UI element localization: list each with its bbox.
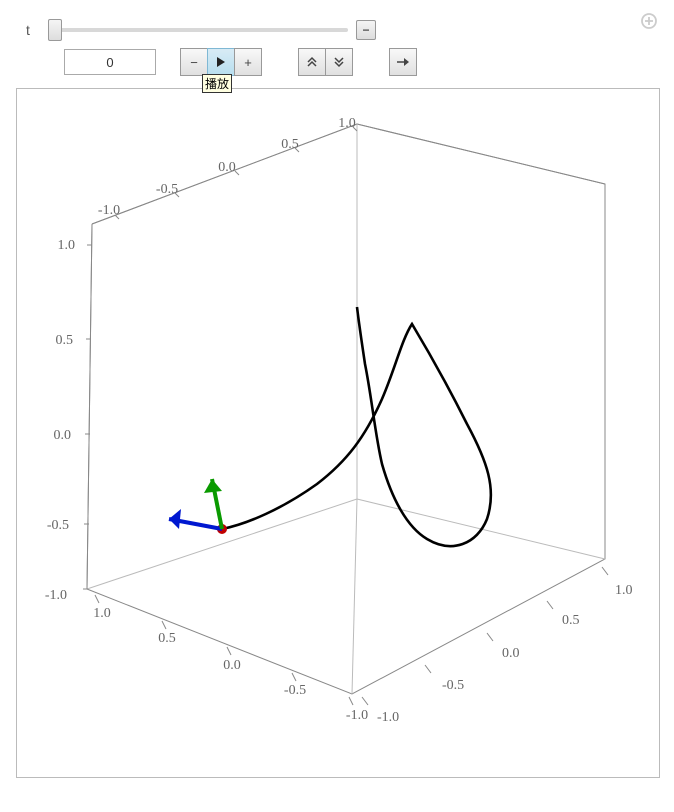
z-tick-0: -1.0 bbox=[45, 588, 67, 603]
slower-button[interactable] bbox=[325, 48, 353, 76]
normal-arrow bbox=[169, 509, 222, 529]
xR-tick-3: 0.5 bbox=[562, 613, 580, 628]
y-axis-ticks: -1.0 -0.5 0.0 0.5 1.0 bbox=[98, 116, 357, 219]
direction-button-group bbox=[389, 48, 417, 76]
z-tick-3: 0.5 bbox=[56, 333, 74, 348]
tangent-arrow bbox=[204, 479, 222, 529]
y-tick-1: -0.5 bbox=[156, 182, 178, 197]
slider-thumb[interactable] bbox=[48, 19, 62, 41]
increment-button[interactable]: + bbox=[234, 48, 262, 76]
xL-tick-3: 0.5 bbox=[158, 631, 176, 646]
param-label: t bbox=[26, 22, 40, 38]
play-button[interactable] bbox=[207, 48, 235, 76]
step-button-group: − + bbox=[180, 48, 262, 76]
expand-controls-icon[interactable] bbox=[640, 12, 658, 36]
slider-track bbox=[48, 28, 348, 32]
x-axis-ticks-left: 1.0 0.5 0.0 -0.5 -1.0 bbox=[93, 595, 368, 723]
xL-tick-2: 0.0 bbox=[223, 658, 241, 673]
xR-tick-4: 1.0 bbox=[615, 583, 633, 598]
manipulate-panel: t − − + 播放 bbox=[8, 8, 666, 804]
faster-button[interactable] bbox=[298, 48, 326, 76]
xL-tick-0: -1.0 bbox=[346, 708, 368, 723]
collapse-button[interactable]: − bbox=[356, 20, 376, 40]
z-tick-1: -0.5 bbox=[47, 518, 69, 533]
z-tick-4: 1.0 bbox=[58, 238, 76, 253]
speed-button-group bbox=[298, 48, 353, 76]
t-slider[interactable] bbox=[48, 20, 348, 40]
animation-controls-row: − + 播放 bbox=[8, 44, 666, 84]
xR-tick-0: -1.0 bbox=[377, 710, 399, 725]
y-tick-4: 1.0 bbox=[338, 116, 356, 131]
t-value-input[interactable] bbox=[64, 49, 156, 75]
x-axis-ticks-right: -1.0 -0.5 0.0 0.5 1.0 bbox=[362, 567, 633, 725]
play-tooltip: 播放 bbox=[202, 74, 232, 93]
xL-tick-1: -0.5 bbox=[284, 683, 306, 698]
z-tick-2: 0.0 bbox=[54, 428, 72, 443]
z-axis-ticks: 1.0 0.5 0.0 -0.5 -1.0 bbox=[45, 238, 92, 603]
xR-tick-2: 0.0 bbox=[502, 646, 520, 661]
decrement-button[interactable]: − bbox=[180, 48, 208, 76]
y-tick-2: 0.0 bbox=[218, 160, 236, 175]
plot3d-svg[interactable]: -1.0 -0.5 0.0 0.5 1.0 1.0 0.5 0.0 bbox=[17, 89, 659, 777]
direction-button[interactable] bbox=[389, 48, 417, 76]
xR-tick-1: -0.5 bbox=[442, 678, 464, 693]
xL-tick-4: 1.0 bbox=[93, 606, 111, 621]
slider-row: t − bbox=[8, 8, 666, 44]
y-tick-0: -1.0 bbox=[98, 203, 120, 218]
cube-wireframe bbox=[87, 124, 605, 694]
plot3d-frame[interactable]: -1.0 -0.5 0.0 0.5 1.0 1.0 0.5 0.0 bbox=[16, 88, 660, 778]
